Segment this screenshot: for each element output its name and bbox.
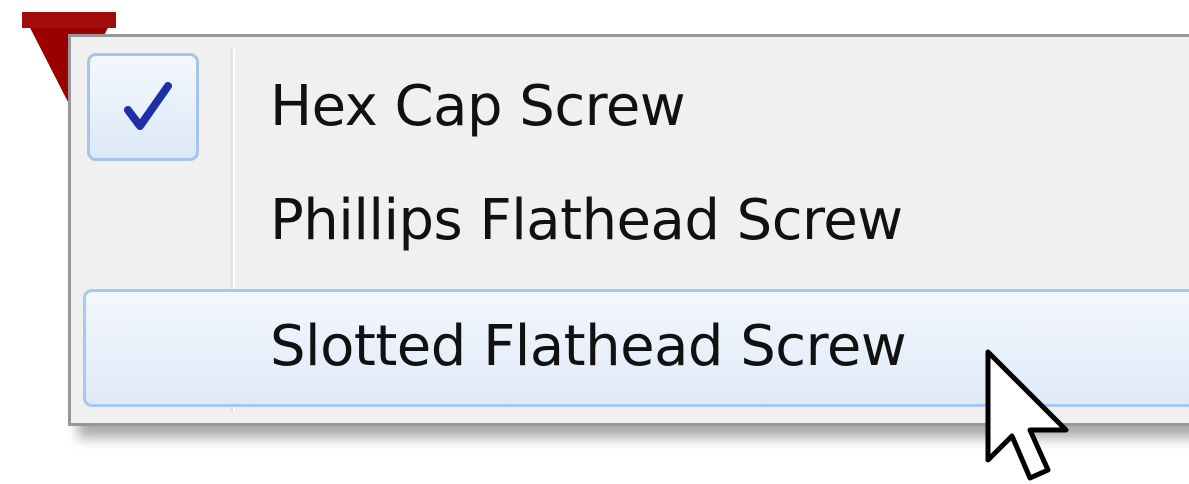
mouse-pointer-icon xyxy=(985,349,1069,481)
check-indicator xyxy=(87,53,199,161)
check-icon xyxy=(124,82,172,130)
menu-item-label: Hex Cap Screw xyxy=(270,74,686,139)
menu-item-hex-cap-screw[interactable]: Hex Cap Screw xyxy=(83,49,1189,165)
menu-item-label: Slotted Flathead Screw xyxy=(270,314,907,379)
screenshot-stage: Hex Cap Screw Phillips Flathead Screw Sl… xyxy=(0,0,1189,484)
menu-item-phillips-flathead-screw[interactable]: Phillips Flathead Screw xyxy=(83,163,1189,279)
red-marker-bar xyxy=(22,12,116,28)
menu-item-label: Phillips Flathead Screw xyxy=(270,188,903,253)
